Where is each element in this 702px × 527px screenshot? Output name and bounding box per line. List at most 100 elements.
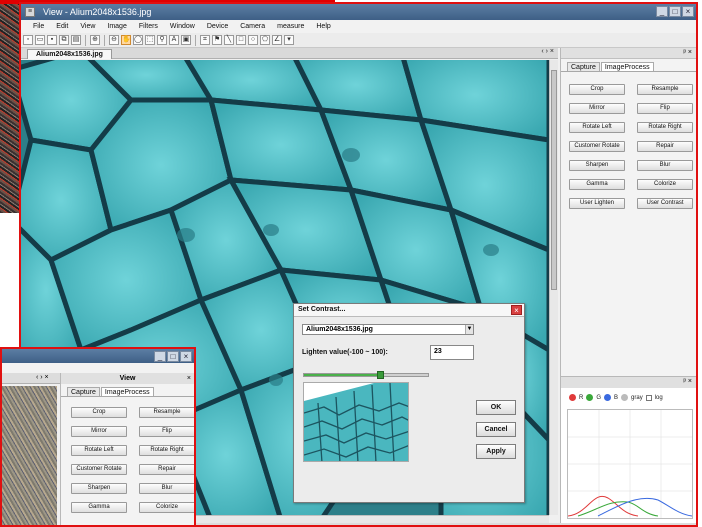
pin-icon[interactable]: ⚑: [212, 35, 222, 45]
app-icon[interactable]: ≡: [25, 7, 35, 17]
sharpen-button[interactable]: Sharpen: [569, 160, 625, 171]
panel-header-controls[interactable]: ᵖ ×: [561, 48, 696, 59]
dialog-close-button[interactable]: ×: [511, 305, 522, 315]
magnifier-icon[interactable]: ⚲: [157, 35, 167, 45]
toolbar-separator: [195, 34, 196, 46]
menu-image[interactable]: Image: [101, 23, 132, 30]
background-photo: [0, 0, 20, 213]
secondary-panel-tabs: Capture ImageProcess: [61, 384, 194, 397]
polygon-icon[interactable]: ⬠: [260, 35, 270, 45]
menu-edit[interactable]: Edit: [50, 23, 74, 30]
slider-knob[interactable]: [377, 371, 384, 379]
secondary-tab-controls[interactable]: ‹ › ×: [36, 374, 49, 381]
resample-button[interactable]: Resample: [637, 84, 693, 95]
open-folder-icon[interactable]: ▭: [35, 35, 45, 45]
tab-imageprocess[interactable]: ImageProcess: [600, 62, 654, 71]
user-lighten-button[interactable]: User Lighten: [569, 198, 625, 209]
rectangle-select-icon[interactable]: ⬚: [145, 35, 155, 45]
image-icon[interactable]: ▣: [181, 35, 191, 45]
gray-channel-icon[interactable]: [621, 394, 629, 401]
secondary-flip-button[interactable]: Flip: [139, 426, 194, 437]
secondary-customer-rotate-button[interactable]: Customer Rotate: [71, 464, 127, 475]
close-button[interactable]: ×: [682, 6, 694, 17]
vertical-scrollbar[interactable]: [549, 60, 558, 515]
secondary-crop-button[interactable]: Crop: [71, 407, 127, 418]
user-contrast-button[interactable]: User Contrast: [637, 198, 693, 209]
secondary-panel-close-icon[interactable]: ×: [187, 373, 191, 384]
menu-window[interactable]: Window: [164, 23, 201, 30]
ok-button[interactable]: OK: [476, 400, 516, 415]
blur-button[interactable]: Blur: [637, 160, 693, 171]
minimize-button[interactable]: _: [656, 6, 668, 17]
menu-help[interactable]: Help: [310, 23, 336, 30]
maximize-button[interactable]: □: [669, 6, 681, 17]
document-tab-strip: Alium2048x1536.jpg ‹ › ×: [21, 48, 558, 59]
lighten-slider[interactable]: [303, 371, 429, 380]
menu-filters[interactable]: Filters: [133, 23, 164, 30]
set-contrast-dialog: Set Contrast... × Alium2048x1536.jpg ▼ L…: [293, 303, 525, 503]
scrollbar-thumb[interactable]: [551, 70, 557, 290]
tab-capture[interactable]: Capture: [567, 62, 600, 71]
rectangle-icon[interactable]: □: [236, 35, 246, 45]
customer-rotate-button[interactable]: Customer Rotate: [569, 141, 625, 152]
image-process-panel: ᵖ × Capture ImageProcess Crop Resample M…: [560, 48, 696, 376]
zoom-in-icon[interactable]: ⊕: [90, 35, 100, 45]
crop-icon[interactable]: ⌗: [200, 35, 210, 45]
mirror-button[interactable]: Mirror: [569, 103, 625, 114]
gamma-button[interactable]: Gamma: [569, 179, 625, 190]
secondary-rotate-left-button[interactable]: Rotate Left: [71, 445, 127, 456]
secondary-tab-capture[interactable]: Capture: [67, 387, 100, 396]
rotate-left-button[interactable]: Rotate Left: [569, 122, 625, 133]
log-checkbox[interactable]: [645, 394, 652, 401]
crop-button[interactable]: Crop: [569, 84, 625, 95]
chevron-down-icon[interactable]: ▼: [465, 325, 473, 334]
text-tool-icon[interactable]: A: [169, 35, 179, 45]
menu-bar: File Edit View Image Filters Window Devi…: [21, 20, 696, 33]
menu-measure[interactable]: measure: [271, 23, 310, 30]
secondary-close-button[interactable]: ×: [180, 351, 192, 362]
copy-icon[interactable]: ⧉: [59, 35, 69, 45]
secondary-gamma-button[interactable]: Gamma: [71, 502, 127, 513]
new-file-icon[interactable]: ▫: [23, 35, 33, 45]
secondary-mirror-button[interactable]: Mirror: [71, 426, 127, 437]
dropdown-icon[interactable]: ▾: [284, 35, 294, 45]
hand-tool-icon[interactable]: ✋: [121, 35, 131, 45]
document-tab[interactable]: Alium2048x1536.jpg: [27, 49, 112, 59]
flip-button[interactable]: Flip: [637, 103, 693, 114]
secondary-rotate-right-button[interactable]: Rotate Right: [139, 445, 194, 456]
save-icon[interactable]: ▪: [47, 35, 57, 45]
zoom-out-icon[interactable]: ⊖: [109, 35, 119, 45]
green-channel-icon[interactable]: [586, 394, 594, 401]
window-title: View - Alium2048x1536.jpg: [43, 7, 152, 17]
secondary-blur-button[interactable]: Blur: [139, 483, 194, 494]
paste-icon[interactable]: ▤: [71, 35, 81, 45]
blue-channel-icon[interactable]: [604, 394, 612, 401]
colorize-button[interactable]: Colorize: [637, 179, 693, 190]
menu-file[interactable]: File: [27, 23, 50, 30]
angle-icon[interactable]: ∠: [272, 35, 282, 45]
secondary-sharpen-button[interactable]: Sharpen: [71, 483, 127, 494]
repair-button[interactable]: Repair: [637, 141, 693, 152]
cancel-button[interactable]: Cancel: [476, 422, 516, 437]
secondary-minimize-button[interactable]: _: [154, 351, 166, 362]
secondary-resample-button[interactable]: Resample: [139, 407, 194, 418]
circle-icon[interactable]: ○: [248, 35, 258, 45]
menu-camera[interactable]: Camera: [234, 23, 271, 30]
secondary-colorize-button[interactable]: Colorize: [139, 502, 194, 513]
menu-view[interactable]: View: [74, 23, 101, 30]
document-tab-controls[interactable]: ‹ › ×: [541, 48, 554, 55]
secondary-maximize-button[interactable]: □: [167, 351, 179, 362]
ellipse-icon[interactable]: ◯: [133, 35, 143, 45]
image-select-combobox[interactable]: Alium2048x1536.jpg ▼: [302, 324, 474, 335]
red-channel-icon[interactable]: [569, 394, 576, 401]
apply-button[interactable]: Apply: [476, 444, 516, 459]
menu-device[interactable]: Device: [201, 23, 234, 30]
lighten-value-field[interactable]: 23: [430, 345, 474, 360]
line-icon[interactable]: ╲: [224, 35, 234, 45]
rotate-right-button[interactable]: Rotate Right: [637, 122, 693, 133]
secondary-repair-button[interactable]: Repair: [139, 464, 194, 475]
histogram-legend: R G B gray log: [561, 388, 696, 401]
histogram-header-controls[interactable]: ᵖ ×: [561, 377, 696, 388]
log-label: log: [654, 394, 663, 401]
secondary-tab-imageprocess[interactable]: ImageProcess: [100, 387, 154, 396]
